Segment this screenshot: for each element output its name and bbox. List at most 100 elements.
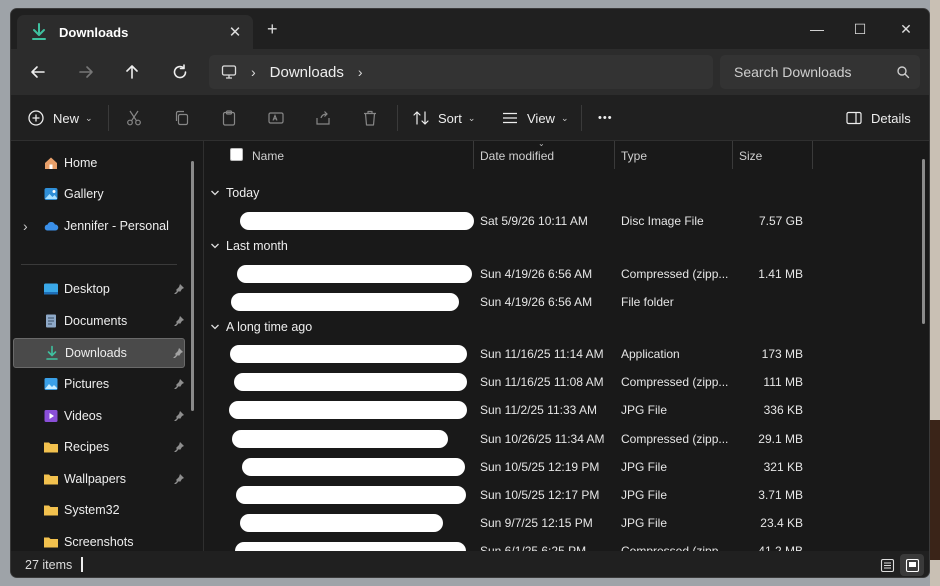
sidebar-item-gallery[interactable]: Gallery: [13, 179, 185, 209]
up-button[interactable]: [116, 57, 148, 87]
plus-circle-icon: [28, 110, 44, 126]
sidebar-item-downloads[interactable]: Downloads: [13, 338, 185, 368]
search-input[interactable]: Search Downloads: [734, 64, 896, 80]
sidebar-scrollbar[interactable]: [191, 161, 194, 411]
file-name-redacted[interactable]: [229, 401, 467, 419]
select-all-checkbox[interactable]: [230, 148, 243, 161]
pictures-icon: [44, 378, 58, 390]
pin-icon[interactable]: [173, 315, 185, 327]
file-name-redacted[interactable]: [231, 293, 459, 311]
close-tab-button[interactable]: ✕: [223, 23, 247, 41]
chevron-down-icon: [211, 324, 219, 330]
file-size: 111 MB: [763, 375, 803, 389]
column-divider[interactable]: [812, 141, 813, 169]
file-name-redacted[interactable]: [234, 373, 467, 391]
sidebar-item-recipes[interactable]: Recipes: [13, 432, 185, 462]
chevron-right-icon[interactable]: ›: [23, 218, 43, 234]
file-row[interactable]: Sat 5/9/26 10:11 AM Disc Image File 7.57…: [204, 207, 914, 235]
sidebar-item-desktop[interactable]: Desktop: [13, 274, 185, 304]
sidebar-item-wallpapers[interactable]: Wallpapers: [13, 464, 185, 494]
file-row[interactable]: Sun 11/16/25 11:08 AM Compressed (zipp..…: [204, 368, 914, 396]
file-name-redacted[interactable]: [237, 265, 472, 283]
file-date: Sun 4/19/26 6:56 AM: [480, 295, 593, 309]
chevron-down-icon: ⌄: [560, 112, 569, 123]
chevron-right-icon[interactable]: ›: [358, 64, 363, 80]
tiles-view-icon: [905, 558, 919, 572]
view-button[interactable]: View ⌄: [501, 103, 569, 133]
column-header-date[interactable]: Date modified: [480, 149, 554, 163]
search-box[interactable]: Search Downloads: [720, 55, 920, 89]
file-row[interactable]: Sun 11/16/25 11:14 AM Application 173 MB: [204, 340, 914, 368]
scissors-icon: [127, 110, 141, 126]
column-header-type[interactable]: Type: [621, 149, 647, 163]
pin-icon[interactable]: [173, 441, 185, 453]
file-row[interactable]: Sun 4/19/26 6:56 AM Compressed (zipp... …: [204, 260, 914, 288]
cut-button[interactable]: [125, 103, 143, 133]
file-name-redacted[interactable]: [230, 345, 467, 363]
file-list-scrollbar[interactable]: [922, 159, 925, 324]
pin-icon[interactable]: [172, 347, 184, 359]
column-divider[interactable]: [614, 141, 615, 169]
arrow-left-icon: [31, 66, 45, 78]
sidebar-item-videos[interactable]: Videos: [13, 401, 185, 431]
status-bar: 27 items: [11, 551, 929, 577]
rename-button[interactable]: [267, 103, 285, 133]
new-button[interactable]: New ⌄: [27, 103, 93, 133]
pin-icon[interactable]: [173, 410, 185, 422]
file-row[interactable]: Sun 10/26/25 11:34 AM Compressed (zipp..…: [204, 425, 914, 453]
sort-button[interactable]: Sort ⌄: [412, 103, 475, 133]
pin-icon[interactable]: [173, 283, 185, 295]
large-icons-view-button[interactable]: [900, 554, 924, 576]
more-options-button[interactable]: •••: [598, 103, 613, 133]
file-name-redacted[interactable]: [240, 212, 474, 230]
refresh-button[interactable]: [164, 57, 196, 87]
new-tab-button[interactable]: +: [267, 19, 278, 40]
back-button[interactable]: [22, 57, 54, 87]
column-divider[interactable]: [473, 141, 474, 169]
refresh-icon: [173, 64, 187, 79]
file-row[interactable]: Sun 11/2/25 11:33 AM JPG File 336 KB: [204, 396, 914, 424]
sidebar-item-system32[interactable]: System32: [13, 495, 185, 525]
file-row[interactable]: Sun 9/7/25 12:15 PM JPG File 23.4 KB: [204, 509, 914, 537]
home-icon: [45, 157, 57, 169]
sidebar-item-documents[interactable]: Documents: [13, 306, 185, 336]
tab-downloads[interactable]: Downloads ✕: [17, 15, 253, 49]
breadcrumb-downloads[interactable]: Downloads: [270, 64, 344, 81]
pin-icon[interactable]: [173, 378, 185, 390]
file-name-redacted[interactable]: [240, 514, 443, 532]
file-size: 23.4 KB: [760, 516, 803, 530]
minimize-button[interactable]: —: [794, 15, 840, 43]
group-header-today[interactable]: Today: [210, 186, 259, 200]
file-name-redacted[interactable]: [242, 458, 465, 476]
share-button[interactable]: [314, 103, 332, 133]
close-window-button[interactable]: ✕: [883, 15, 929, 43]
column-header-size[interactable]: Size: [739, 149, 762, 163]
sidebar-item-home[interactable]: Home: [13, 148, 185, 178]
column-divider[interactable]: [732, 141, 733, 169]
delete-button[interactable]: [361, 103, 379, 133]
pin-icon[interactable]: [173, 473, 185, 485]
sidebar-item-label: Downloads: [65, 346, 127, 360]
file-row[interactable]: Sun 10/5/25 12:19 PM JPG File 321 KB: [204, 453, 914, 481]
file-name-redacted[interactable]: [232, 430, 448, 448]
column-header-name[interactable]: Name: [252, 149, 284, 163]
view-icon: [503, 112, 517, 124]
maximize-button[interactable]: ☐: [837, 15, 883, 43]
forward-button[interactable]: [70, 57, 102, 87]
copy-button[interactable]: [173, 103, 191, 133]
sort-indicator-icon: ⌄: [538, 139, 545, 148]
paste-button[interactable]: [220, 103, 238, 133]
item-count: 27 items: [25, 558, 73, 572]
sidebar-item-onedrive[interactable]: › Jennifer - Personal: [13, 211, 185, 241]
details-view-button[interactable]: [875, 554, 899, 576]
group-label: A long time ago: [226, 320, 313, 334]
file-row[interactable]: Sun 4/19/26 6:56 AM File folder: [204, 288, 914, 316]
sort-button-label: Sort: [438, 110, 462, 126]
details-pane-button[interactable]: Details: [845, 103, 911, 133]
file-row[interactable]: Sun 10/5/25 12:17 PM JPG File 3.71 MB: [204, 481, 914, 509]
file-name-redacted[interactable]: [236, 486, 466, 504]
group-header-a-long-time-ago[interactable]: A long time ago: [210, 320, 312, 334]
group-header-last-month[interactable]: Last month: [210, 239, 288, 253]
address-bar[interactable]: › Downloads ›: [209, 55, 713, 89]
sidebar-item-pictures[interactable]: Pictures: [13, 369, 185, 399]
